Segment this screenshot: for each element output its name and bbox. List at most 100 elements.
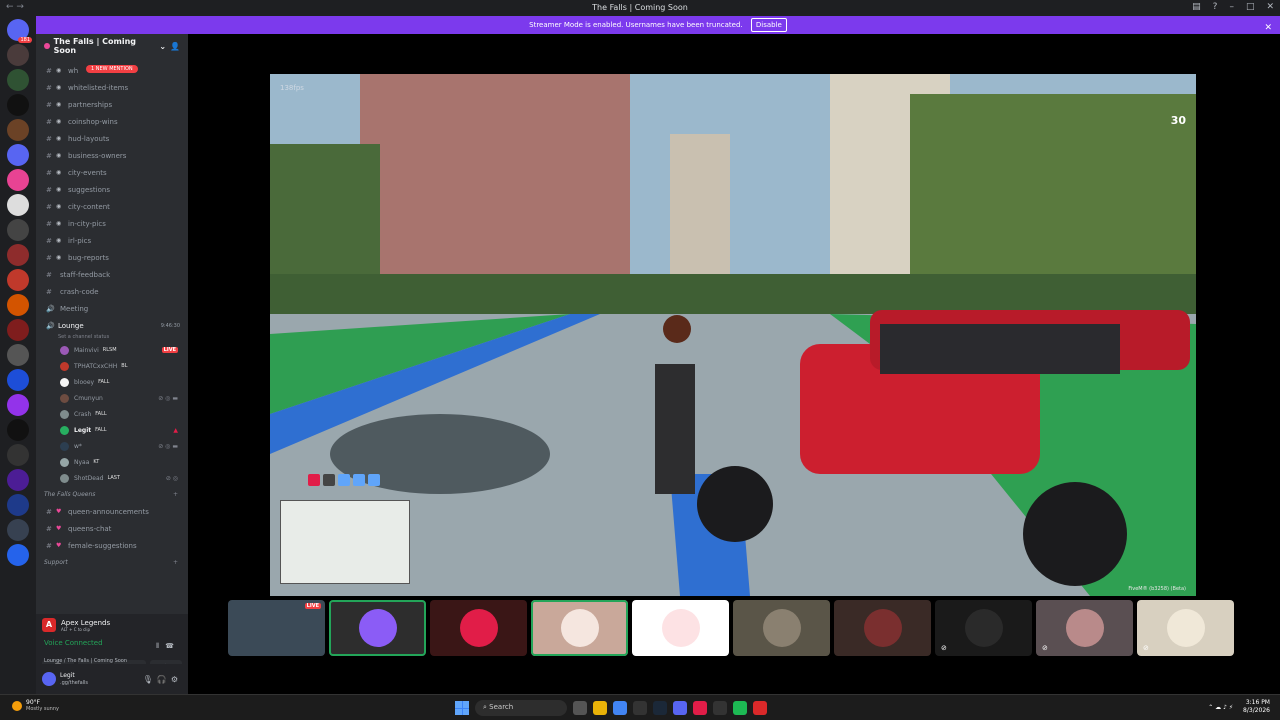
channel-status[interactable]: Set a channel status <box>36 334 188 342</box>
windows-start-icon[interactable] <box>455 701 469 715</box>
voice-connected-status[interactable]: Voice Connected Lounge / The Falls | Com… <box>36 636 188 664</box>
server-icon[interactable] <box>7 144 29 166</box>
participant-tile[interactable] <box>531 600 628 656</box>
microphone-icon[interactable]: 🎙 <box>143 675 157 684</box>
channel-item[interactable]: # ◉ bug-reports <box>36 249 188 266</box>
voice-user[interactable]: w* ⊘ ◎ ▬ <box>36 438 188 454</box>
channel-item[interactable]: # ◉ irl-pics <box>36 232 188 249</box>
channel-item[interactable]: # ◉ wh 1 NEW MENTION <box>36 62 188 79</box>
direct-messages-icon[interactable]: 181 <box>7 19 32 43</box>
avatar[interactable] <box>42 672 56 686</box>
new-mention-pill[interactable]: 1 NEW MENTION <box>86 65 138 73</box>
help-icon[interactable]: ? <box>1213 2 1218 12</box>
channel-item[interactable]: # ◉ suggestions <box>36 181 188 198</box>
voice-channel-lounge[interactable]: 🔊 Lounge 9:46:30 <box>36 317 188 334</box>
server-icon[interactable] <box>7 369 29 391</box>
channel-item[interactable]: # ◉ coinshop-wins <box>36 113 188 130</box>
voice-user[interactable]: TPHATCxxCHH BL <box>36 358 188 374</box>
minimize-button[interactable]: – <box>1229 2 1234 12</box>
server-icon[interactable] <box>7 69 29 91</box>
server-icon[interactable] <box>7 169 29 191</box>
channel-item[interactable]: # ◉ city-content <box>36 198 188 215</box>
channel-item[interactable]: 🔊 Meeting <box>36 300 188 317</box>
stream-video[interactable]: 138fps 30 FiveM® (b3258) (Beta) <box>270 74 1196 596</box>
noise-suppression-icon[interactable]: ⦀ <box>156 642 165 650</box>
app-icon[interactable] <box>633 701 647 715</box>
headphones-icon[interactable]: 🎧 <box>157 675 171 684</box>
channel-item[interactable]: # ◉ city-events <box>36 164 188 181</box>
voice-user[interactable]: Crash FALL <box>36 406 188 422</box>
close-window-button[interactable]: ✕ <box>1266 2 1274 12</box>
participant-tile[interactable]: ⊘ <box>935 600 1032 656</box>
server-icon[interactable] <box>7 419 29 441</box>
channel-item[interactable]: # ◉ in-city-pics <box>36 215 188 232</box>
server-icon[interactable] <box>7 244 29 266</box>
participant-tile[interactable] <box>733 600 830 656</box>
channel-item[interactable]: # ♥ queens-chat <box>36 520 188 537</box>
channel-item[interactable]: # ♥ queen-announcements <box>36 503 188 520</box>
taskbar-search[interactable]: ⌕ Search <box>475 700 567 716</box>
voice-user[interactable]: Nyaa KT <box>36 454 188 470</box>
server-icon[interactable] <box>7 394 29 416</box>
participant-tile[interactable] <box>329 600 426 656</box>
server-icon[interactable] <box>7 219 29 241</box>
inbox-icon[interactable]: ▤ <box>1192 2 1201 12</box>
settings-gear-icon[interactable]: ⚙ <box>171 675 182 684</box>
voice-user[interactable]: Cmunyun ⊘ ◎ ▬ <box>36 390 188 406</box>
channel-item[interactable]: # ◉ whitelisted-items <box>36 79 188 96</box>
category-support[interactable]: Support + <box>36 554 188 571</box>
voice-user[interactable]: ShotDead LAST ⊘ ◎ <box>36 470 188 486</box>
channel-item[interactable]: # ◉ partnerships <box>36 96 188 113</box>
voice-user[interactable]: blooey FALL <box>36 374 188 390</box>
add-channel-icon[interactable]: + <box>173 491 178 498</box>
avatar <box>60 345 69 355</box>
server-icon[interactable] <box>7 94 29 116</box>
server-icon[interactable] <box>7 344 29 366</box>
maximize-button[interactable]: □ <box>1246 2 1255 12</box>
voice-user[interactable]: Mainvivi RLSM LIVE <box>36 342 188 358</box>
channel-item[interactable]: # ◉ hud-layouts <box>36 130 188 147</box>
weather-widget[interactable]: 90°F Mostly sunny <box>12 699 59 712</box>
server-header[interactable]: The Falls | Coming Soon ⌄ 👤 <box>36 34 188 58</box>
discord-icon[interactable] <box>673 701 687 715</box>
disable-streamer-mode-button[interactable]: Disable <box>750 18 787 32</box>
participant-tile[interactable] <box>834 600 931 656</box>
channel-item[interactable]: # ♥ female-suggestions <box>36 537 188 554</box>
channel-item[interactable]: # ◉ business-owners <box>36 147 188 164</box>
participant-tile[interactable] <box>632 600 729 656</box>
app-icon[interactable] <box>693 701 707 715</box>
disconnect-icon[interactable]: ☎ <box>165 642 180 650</box>
channel-item[interactable]: # crash-code <box>36 283 188 300</box>
server-icon[interactable] <box>7 294 29 316</box>
server-icon[interactable] <box>7 544 29 566</box>
tray-icons[interactable]: ⌃ ☁ ♪ ⚡ <box>1208 704 1233 711</box>
participant-tile[interactable]: ⊘ <box>1137 600 1234 656</box>
apex-legends-icon[interactable] <box>753 701 767 715</box>
server-icon[interactable] <box>7 119 29 141</box>
server-icon[interactable] <box>7 469 29 491</box>
task-view-icon[interactable] <box>573 701 587 715</box>
server-icon[interactable] <box>7 444 29 466</box>
minimap <box>280 500 410 584</box>
app-icon[interactable] <box>713 701 727 715</box>
server-icon[interactable] <box>7 269 29 291</box>
voice-user[interactable]: Legit FALL ▲ <box>36 422 188 438</box>
add-channel-icon[interactable]: + <box>173 559 178 566</box>
spotify-icon[interactable] <box>733 701 747 715</box>
server-icon[interactable] <box>7 319 29 341</box>
server-icon[interactable] <box>7 194 29 216</box>
category-queens[interactable]: The Falls Queens + <box>36 486 188 503</box>
server-icon[interactable] <box>7 519 29 541</box>
channel-item[interactable]: # staff-feedback <box>36 266 188 283</box>
participant-tile[interactable]: ⊘ <box>1036 600 1133 656</box>
server-icon[interactable] <box>7 44 29 66</box>
clock[interactable]: 3:16 PM 8/3/2026 <box>1243 699 1270 715</box>
server-icon[interactable] <box>7 494 29 516</box>
participant-tile[interactable]: LIVE <box>228 600 325 656</box>
steam-icon[interactable] <box>653 701 667 715</box>
chrome-icon[interactable] <box>613 701 627 715</box>
file-explorer-icon[interactable] <box>593 701 607 715</box>
game-activity[interactable]: A Apex Legends ALT + C to clip <box>36 614 188 636</box>
participant-tile[interactable] <box>430 600 527 656</box>
add-member-icon[interactable]: 👤 <box>170 42 180 51</box>
